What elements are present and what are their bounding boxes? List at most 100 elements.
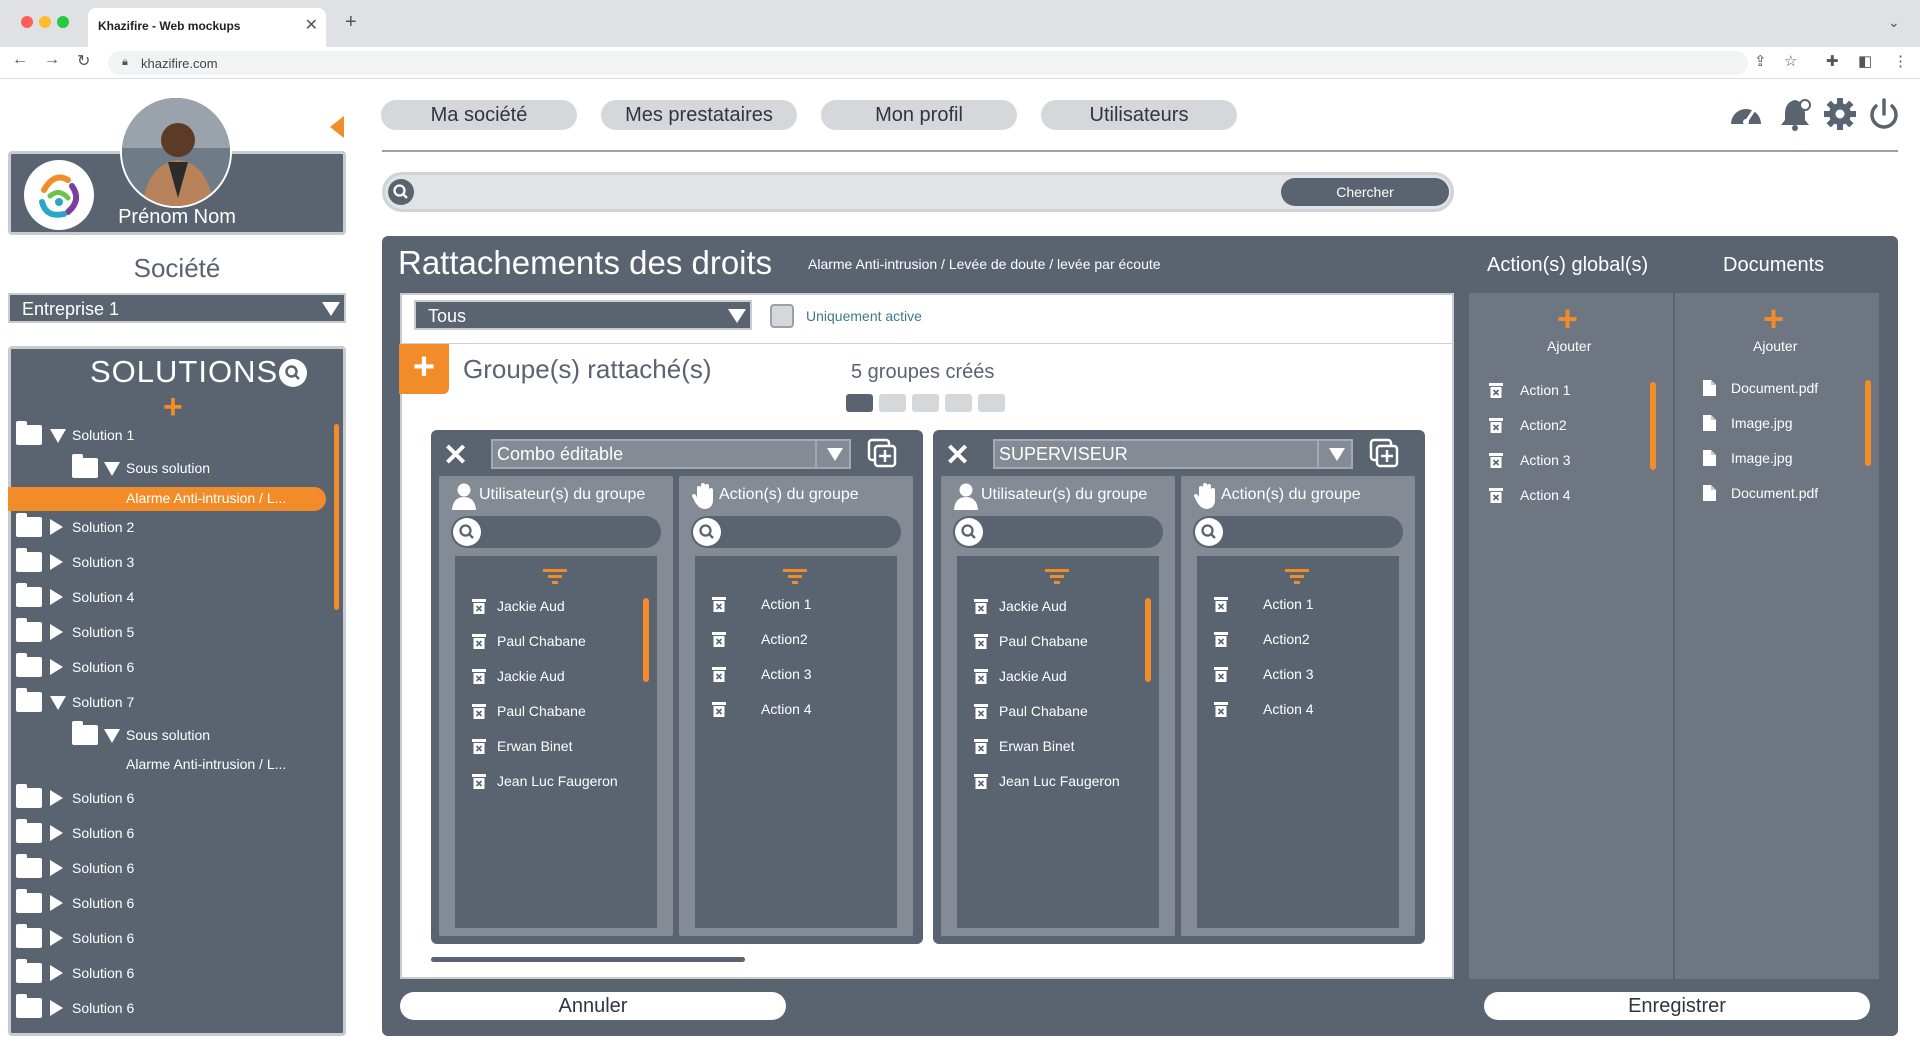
remove-item-icon[interactable] — [471, 773, 487, 790]
remove-group-icon[interactable]: ✕ — [945, 441, 970, 471]
pagination-dot[interactable] — [912, 394, 939, 412]
tree-item-label[interactable]: Solution 1 — [72, 427, 134, 443]
caret-right-icon[interactable] — [50, 895, 63, 911]
tree-item-label[interactable]: Solution 6 — [72, 930, 134, 946]
tree-item-label[interactable]: Solution 6 — [72, 790, 134, 806]
remove-item-icon[interactable] — [973, 598, 989, 615]
back-icon[interactable]: ← — [12, 51, 28, 69]
search-button[interactable]: Chercher — [1281, 178, 1449, 206]
remove-group-icon[interactable]: ✕ — [443, 441, 468, 471]
tree-item-label[interactable]: Solution 6 — [72, 825, 134, 841]
save-button[interactable]: Enregistrer — [1484, 992, 1870, 1020]
remove-item-icon[interactable] — [471, 598, 487, 615]
extensions-icon[interactable]: ✚ — [1826, 52, 1839, 70]
remove-item-icon[interactable] — [471, 633, 487, 650]
caret-right-icon[interactable] — [50, 825, 63, 841]
actions-search-input[interactable] — [691, 516, 901, 548]
company-select[interactable]: Entreprise 1 — [8, 293, 346, 323]
group-name-combo[interactable]: SUPERVISEUR — [993, 439, 1353, 469]
users-search-input[interactable] — [953, 516, 1163, 548]
tree-item-label[interactable]: Solution 6 — [72, 895, 134, 911]
tree-item-label[interactable]: Solution 6 — [72, 1000, 134, 1016]
caret-right-icon[interactable] — [50, 624, 63, 640]
browser-tab[interactable]: Khazifire - Web mockups ✕ — [88, 8, 326, 47]
caret-down-icon[interactable] — [50, 429, 66, 443]
groups-horizontal-scrollbar[interactable] — [431, 957, 745, 962]
solutions-search-icon[interactable] — [279, 359, 307, 387]
collapse-sidebar-icon[interactable] — [330, 116, 344, 138]
caret-right-icon[interactable] — [50, 554, 63, 570]
sidepanel-icon[interactable]: ◧ — [1858, 52, 1872, 70]
caret-down-icon[interactable] — [104, 729, 120, 743]
remove-item-icon[interactable] — [1213, 666, 1229, 683]
filter-icon[interactable] — [1283, 568, 1311, 584]
filter-icon[interactable] — [1043, 568, 1071, 584]
duplicate-group-icon[interactable] — [867, 438, 897, 468]
pagination-dot[interactable] — [978, 394, 1005, 412]
avatar[interactable] — [120, 96, 232, 208]
remove-item-icon[interactable] — [1213, 631, 1229, 648]
tree-item-label[interactable]: Solution 6 — [72, 965, 134, 981]
caret-right-icon[interactable] — [50, 965, 63, 981]
tree-item-label[interactable]: Solution 3 — [72, 554, 134, 570]
remove-item-icon[interactable] — [711, 666, 727, 683]
bookmark-star-icon[interactable]: ☆ — [1784, 52, 1797, 70]
tree-item-label[interactable]: Solution 6 — [72, 659, 134, 675]
address-bar[interactable]: 🔒︎ khazifire.com — [108, 51, 1748, 75]
pagination-dot[interactable] — [879, 394, 906, 412]
tree-item-label[interactable]: Sous solution — [126, 460, 210, 476]
tab-utilisateurs[interactable]: Utilisateurs — [1041, 100, 1237, 130]
pagination-dot[interactable] — [945, 394, 972, 412]
tab-ma-societe[interactable]: Ma société — [381, 100, 577, 130]
remove-item-icon[interactable] — [973, 703, 989, 720]
remove-item-icon[interactable] — [973, 668, 989, 685]
gear-icon[interactable] — [1822, 96, 1858, 132]
maximize-window-icon[interactable] — [57, 16, 69, 28]
remove-item-icon[interactable] — [1488, 452, 1504, 469]
browser-menu-icon[interactable]: ⋮ — [1893, 52, 1908, 70]
caret-right-icon[interactable] — [50, 930, 63, 946]
remove-item-icon[interactable] — [471, 668, 487, 685]
duplicate-group-icon[interactable] — [1369, 438, 1399, 468]
bell-icon[interactable] — [1777, 96, 1813, 132]
remove-item-icon[interactable] — [471, 703, 487, 720]
tab-mon-profil[interactable]: Mon profil — [821, 100, 1017, 130]
pagination-dot[interactable] — [846, 394, 873, 412]
tab-close-icon[interactable]: ✕ — [305, 15, 318, 35]
global-actions-scrollbar[interactable] — [1650, 382, 1656, 470]
forward-icon[interactable]: → — [44, 51, 60, 69]
cancel-button[interactable]: Annuler — [400, 992, 786, 1020]
remove-item-icon[interactable] — [1488, 382, 1504, 399]
group-name-combo[interactable]: Combo éditable — [491, 439, 851, 469]
remove-item-icon[interactable] — [1488, 487, 1504, 504]
caret-right-icon[interactable] — [50, 519, 63, 535]
remove-item-icon[interactable] — [973, 773, 989, 790]
actions-search-input[interactable] — [1193, 516, 1403, 548]
power-icon[interactable] — [1866, 96, 1902, 132]
add-global-action-plus-icon[interactable]: + — [1557, 301, 1578, 337]
users-search-input[interactable] — [451, 516, 661, 548]
caret-right-icon[interactable] — [50, 790, 63, 806]
remove-item-icon[interactable] — [1213, 701, 1229, 718]
tree-item-label[interactable]: Solution 2 — [72, 519, 134, 535]
tree-item-label[interactable]: Alarme Anti-intrusion / L... — [126, 756, 286, 772]
caret-right-icon[interactable] — [50, 589, 63, 605]
remove-item-icon[interactable] — [1488, 417, 1504, 434]
remove-item-icon[interactable] — [711, 701, 727, 718]
tree-item-label[interactable]: Solution 6 — [72, 860, 134, 876]
active-only-checkbox[interactable] — [770, 304, 794, 328]
caret-right-icon[interactable] — [50, 659, 63, 675]
dashboard-icon[interactable] — [1728, 96, 1764, 132]
remove-item-icon[interactable] — [471, 738, 487, 755]
users-list-scrollbar[interactable] — [643, 598, 649, 682]
caret-down-icon[interactable] — [104, 462, 120, 476]
add-document-button[interactable]: Ajouter — [1753, 338, 1797, 354]
filter-icon[interactable] — [781, 568, 809, 584]
add-group-button[interactable]: + — [399, 344, 449, 394]
add-document-plus-icon[interactable]: + — [1763, 301, 1784, 337]
solutions-scrollbar[interactable] — [334, 424, 339, 610]
caret-right-icon[interactable] — [50, 1000, 63, 1016]
documents-scrollbar[interactable] — [1865, 380, 1871, 466]
new-tab-icon[interactable]: + — [345, 11, 357, 34]
tree-item-label[interactable]: Sous solution — [126, 727, 210, 743]
